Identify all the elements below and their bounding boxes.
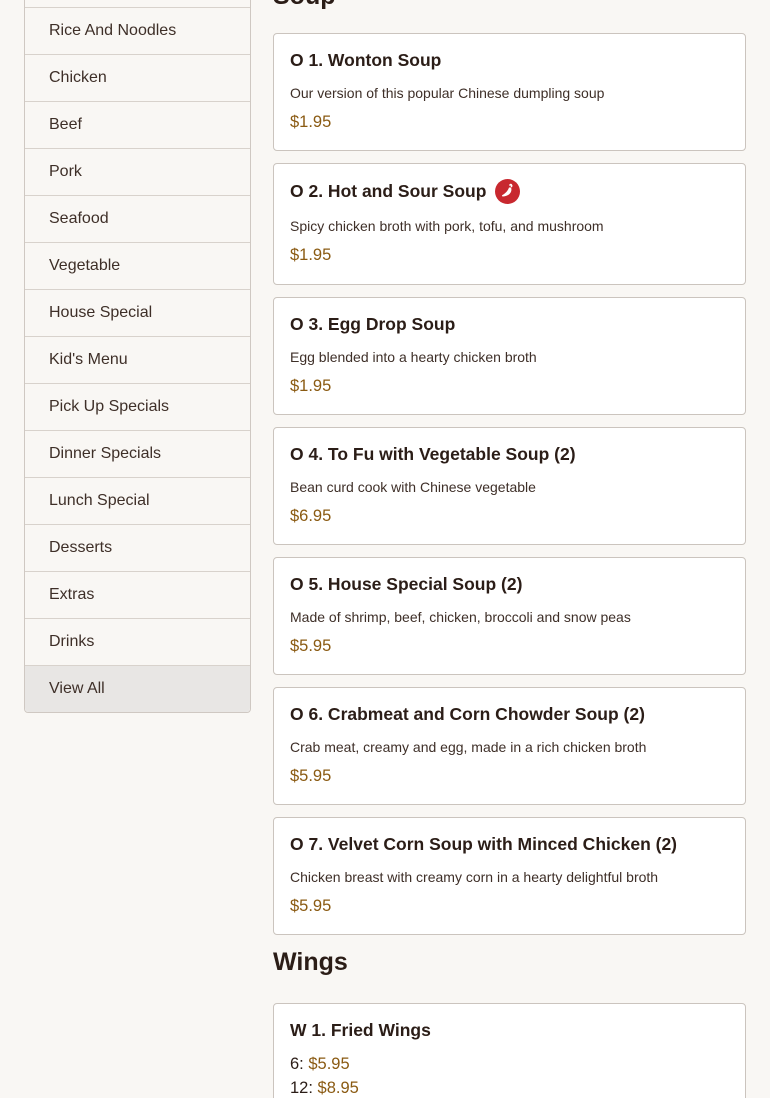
sidebar-item-pick-up-specials[interactable]: Pick Up Specials [25, 383, 250, 430]
sidebar-item-desserts[interactable]: Desserts [25, 524, 250, 571]
menu-item-card[interactable]: O 1. Wonton Soup Our version of this pop… [273, 33, 746, 151]
menu-item-description: Our version of this popular Chinese dump… [290, 85, 605, 101]
menu-item-card[interactable]: O 5. House Special Soup (2) Made of shri… [273, 557, 746, 675]
menu-item-card[interactable]: O 7. Velvet Corn Soup with Minced Chicke… [273, 817, 746, 935]
menu-item-card[interactable]: O 6. Crabmeat and Corn Chowder Soup (2) … [273, 687, 746, 805]
menu-item-title: O 3. Egg Drop Soup [290, 314, 456, 334]
menu-item-title: O 5. House Special Soup (2) [290, 574, 523, 594]
sidebar-item-chicken[interactable]: Chicken [25, 54, 250, 101]
menu-item-card[interactable]: W 1. Fried Wings 6: $5.95 12: $8.95 [273, 1003, 746, 1098]
sidebar-item-drinks[interactable]: Drinks [25, 618, 250, 665]
category-sidebar: Rice And Noodles Chicken Beef Pork Seafo… [24, 0, 251, 713]
menu-item-title: O 6. Crabmeat and Corn Chowder Soup (2) [290, 704, 645, 724]
menu-item-description: Chicken breast with creamy corn in a hea… [290, 869, 659, 885]
menu-item-card[interactable]: O 4. To Fu with Vegetable Soup (2) Bean … [273, 427, 746, 545]
menu-item-price: $6.95 [290, 507, 332, 525]
menu-item-price: $5.95 [290, 897, 332, 915]
sidebar-item-view-all[interactable]: View All [25, 665, 250, 712]
menu-item-description: Egg blended into a hearty chicken broth [290, 349, 537, 365]
menu-item-price: $5.95 [290, 767, 332, 785]
sidebar-item-beef[interactable]: Beef [25, 101, 250, 148]
menu-item-description: Made of shrimp, beef, chicken, broccoli … [290, 609, 631, 625]
menu-item-title: O 2. Hot and Sour Soup [290, 179, 521, 204]
sidebar-item-kids-menu[interactable]: Kid's Menu [25, 336, 250, 383]
menu-item-option: 12: $8.95 [290, 1079, 359, 1097]
menu-item-price: $5.95 [290, 637, 332, 655]
sidebar-item-dinner-specials[interactable]: Dinner Specials [25, 430, 250, 477]
menu-page: Rice And Noodles Chicken Beef Pork Seafo… [0, 0, 770, 1098]
sidebar-item-lunch-special[interactable]: Lunch Special [25, 477, 250, 524]
menu-item-title: W 1. Fried Wings [290, 1020, 431, 1040]
chili-pepper-icon [495, 179, 521, 204]
menu-item-price: $1.95 [290, 377, 332, 395]
section-heading-soup: Soup [273, 0, 336, 11]
menu-item-description: Spicy chicken broth with pork, tofu, and… [290, 218, 604, 234]
menu-item-title: O 7. Velvet Corn Soup with Minced Chicke… [290, 834, 678, 854]
menu-item-description: Crab meat, creamy and egg, made in a ric… [290, 739, 647, 755]
menu-item-description: Bean curd cook with Chinese vegetable [290, 479, 536, 495]
menu-item-card[interactable]: O 3. Egg Drop Soup Egg blended into a he… [273, 297, 746, 415]
sidebar-item-extras[interactable]: Extras [25, 571, 250, 618]
menu-item-price: $1.95 [290, 246, 332, 264]
menu-item-title: O 4. To Fu with Vegetable Soup (2) [290, 444, 576, 464]
sidebar-item-rice-and-noodles[interactable]: Rice And Noodles [25, 7, 250, 54]
sidebar-item-house-special[interactable]: House Special [25, 289, 250, 336]
menu-item-price: $1.95 [290, 113, 332, 131]
sidebar-item-seafood[interactable]: Seafood [25, 195, 250, 242]
sidebar-item-partial[interactable] [25, 0, 250, 7]
sidebar-item-pork[interactable]: Pork [25, 148, 250, 195]
sidebar-item-vegetable[interactable]: Vegetable [25, 242, 250, 289]
menu-item-option: 6: $5.95 [290, 1055, 350, 1073]
menu-item-title: O 1. Wonton Soup [290, 50, 442, 70]
menu-item-card[interactable]: O 2. Hot and Sour Soup Spicy chicken bro… [273, 163, 746, 285]
section-heading-wings: Wings [273, 948, 348, 976]
